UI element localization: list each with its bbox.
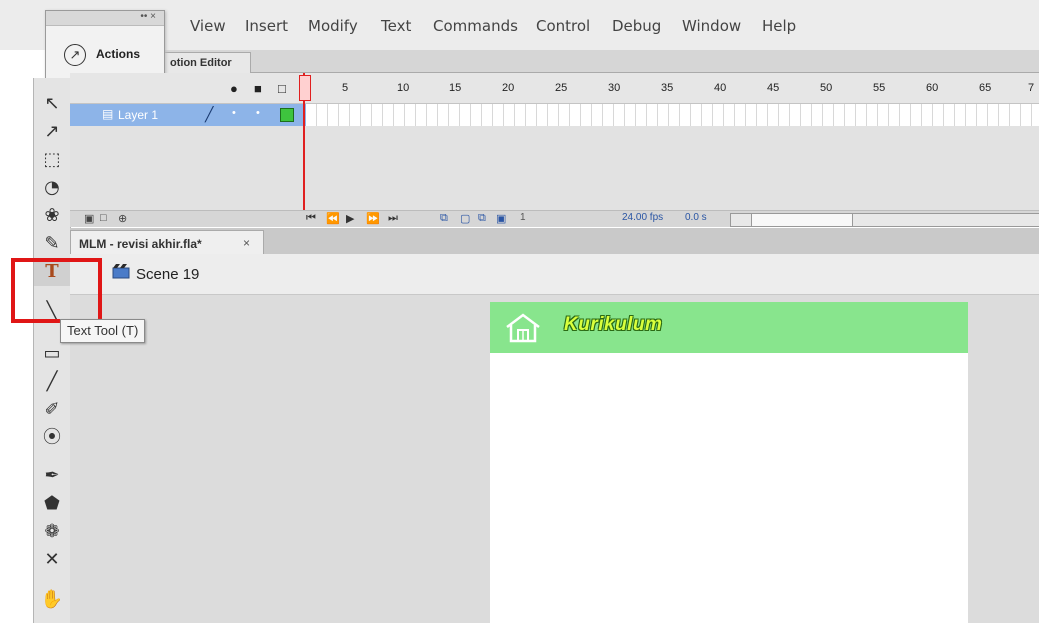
menu-debug[interactable]: Debug: [612, 17, 661, 35]
scrollbar-thumb[interactable]: [751, 214, 853, 226]
step-forward-icon[interactable]: ⏩: [366, 212, 380, 225]
pen-tool-icon[interactable]: ✎: [34, 230, 70, 258]
onion-outline-icon[interactable]: ▢: [460, 212, 470, 225]
last-frame-icon[interactable]: ⏭: [388, 212, 398, 225]
panel-grip[interactable]: •• ×: [46, 11, 164, 26]
layer-icon: ▤: [102, 107, 114, 121]
show-hide-icon[interactable]: ●: [230, 81, 238, 96]
step-back-icon[interactable]: ⏪: [326, 212, 340, 225]
header-title: Kurikulum: [564, 314, 663, 335]
timeline-panel: ● ■ □ 1 5 10 15 20 25 30 35 40 45 50 55 …: [70, 73, 1039, 227]
menu-modify[interactable]: Modify: [308, 17, 358, 35]
timeline-header: ● ■ □ 1 5 10 15 20 25 30 35 40 45 50 55 …: [70, 73, 1039, 104]
pencil-tool-icon[interactable]: ╱: [34, 368, 70, 396]
layer-row[interactable]: ▤ Layer 1 ╱ • •: [70, 104, 1039, 126]
frame-cells[interactable]: [306, 104, 1039, 126]
layer-label-area[interactable]: ▤ Layer 1 ╱ • •: [70, 104, 306, 126]
onion-markers-icon[interactable]: ▣: [496, 212, 506, 225]
play-icon[interactable]: ▶: [346, 212, 354, 225]
paint-bucket-tool-icon[interactable]: ⬟: [34, 490, 70, 518]
document-tab-bar: MLM - revisi akhir.fla* ×: [70, 228, 1039, 255]
timeline-scrollbar[interactable]: [730, 213, 1039, 227]
document-tab[interactable]: MLM - revisi akhir.fla* ×: [70, 230, 264, 255]
frame-number: 55: [873, 82, 886, 94]
tools-panel: ↖ ↗ ⬚ ◔ ❀ ✎ T ╲ ▭ ╱ ✐ ⦿ ✒ ⬟ ❁ ✕ ✋: [33, 78, 71, 623]
frame-number: 5: [342, 82, 349, 94]
first-frame-icon[interactable]: ⏮: [306, 212, 316, 225]
timeline-controls: ▣ □ ⊕ ⏮ ⏪ ▶ ⏩ ⏭ ⧉ ▢ ⧉ ▣ 1 24.00 fps 0.0 …: [70, 210, 1039, 227]
layer-color-icon[interactable]: [280, 108, 294, 122]
deco-tool-icon[interactable]: ⦿: [34, 424, 70, 452]
document-tab-label: MLM - revisi akhir.fla*: [79, 237, 202, 251]
frame-number: 30: [608, 82, 621, 94]
tab-motion-editor[interactable]: otion Editor: [163, 52, 251, 73]
stage[interactable]: Kurikulum: [490, 302, 968, 623]
frame-number: 15: [449, 82, 462, 94]
menu-view[interactable]: View: [190, 17, 226, 35]
playhead-handle[interactable]: [299, 75, 311, 101]
bone-tool-icon[interactable]: ✒: [34, 462, 70, 490]
menu-text[interactable]: Text: [381, 17, 411, 35]
eraser-tool-icon[interactable]: ✕: [34, 546, 70, 574]
delete-layer-icon[interactable]: ⊕: [118, 212, 127, 225]
menu-window[interactable]: Window: [682, 17, 741, 35]
3d-rotation-tool-icon[interactable]: ◔: [34, 174, 70, 202]
frame-number: 45: [767, 82, 780, 94]
elapsed-time: 0.0 s: [685, 212, 707, 223]
onion-skin-icon[interactable]: ⧉: [440, 212, 448, 225]
hand-tool-icon[interactable]: ✋: [34, 586, 70, 614]
free-transform-tool-icon[interactable]: ⬚: [34, 146, 70, 174]
frame-number: 25: [555, 82, 568, 94]
close-icon[interactable]: ×: [243, 236, 250, 250]
frame-number: 65: [979, 82, 992, 94]
outline-icon[interactable]: □: [278, 81, 286, 96]
actions-icon: ↗: [64, 44, 86, 66]
brush-tool-icon[interactable]: ✐: [34, 396, 70, 424]
frame-number: 10: [397, 82, 410, 94]
frame-number: 40: [714, 82, 727, 94]
frame-number: 20: [502, 82, 515, 94]
menu-commands[interactable]: Commands: [433, 17, 518, 35]
actions-panel[interactable]: •• × ↗ Actions: [45, 10, 165, 80]
frame-number: 60: [926, 82, 939, 94]
subselection-tool-icon[interactable]: ↗: [34, 118, 70, 146]
lock-dot-icon[interactable]: •: [256, 107, 260, 119]
new-layer-icon[interactable]: ▣: [84, 212, 94, 225]
tooltip: Text Tool (T): [60, 319, 146, 343]
eyedropper-tool-icon[interactable]: ❁: [34, 518, 70, 546]
frame-number: 7: [1028, 82, 1035, 94]
edit-bar: Scene 19: [70, 254, 1039, 295]
new-folder-icon[interactable]: □: [100, 212, 107, 224]
scene-icon: [112, 264, 130, 279]
menu-control[interactable]: Control: [536, 17, 590, 35]
panel-close-icon[interactable]: •• ×: [140, 11, 156, 22]
frame-rate[interactable]: 24.00 fps: [622, 212, 663, 223]
home-icon: [506, 313, 540, 343]
rectangle-tool-icon[interactable]: ▭: [34, 340, 70, 368]
lock-icon[interactable]: ■: [254, 81, 262, 96]
highlight-box: [11, 258, 102, 323]
pasteboard: Kurikulum: [70, 295, 1039, 623]
visible-dot-icon[interactable]: •: [232, 107, 236, 119]
edit-multiple-frames-icon[interactable]: ⧉: [478, 212, 486, 225]
frame-number: 35: [661, 82, 674, 94]
layer-name[interactable]: Layer 1: [118, 108, 158, 122]
frame-number: 50: [820, 82, 833, 94]
selection-tool-icon[interactable]: ↖: [34, 90, 70, 118]
menu-help[interactable]: Help: [762, 17, 796, 35]
scene-label[interactable]: Scene 19: [136, 266, 199, 283]
current-frame: 1: [520, 212, 526, 223]
lasso-tool-icon[interactable]: ❀: [34, 202, 70, 230]
panel-tab-strip: otion Editor: [163, 50, 1039, 73]
actions-label: Actions: [96, 47, 141, 61]
pencil-icon: ╱: [205, 106, 214, 122]
menu-insert[interactable]: Insert: [245, 17, 288, 35]
stage-header-bar: Kurikulum: [490, 302, 968, 353]
